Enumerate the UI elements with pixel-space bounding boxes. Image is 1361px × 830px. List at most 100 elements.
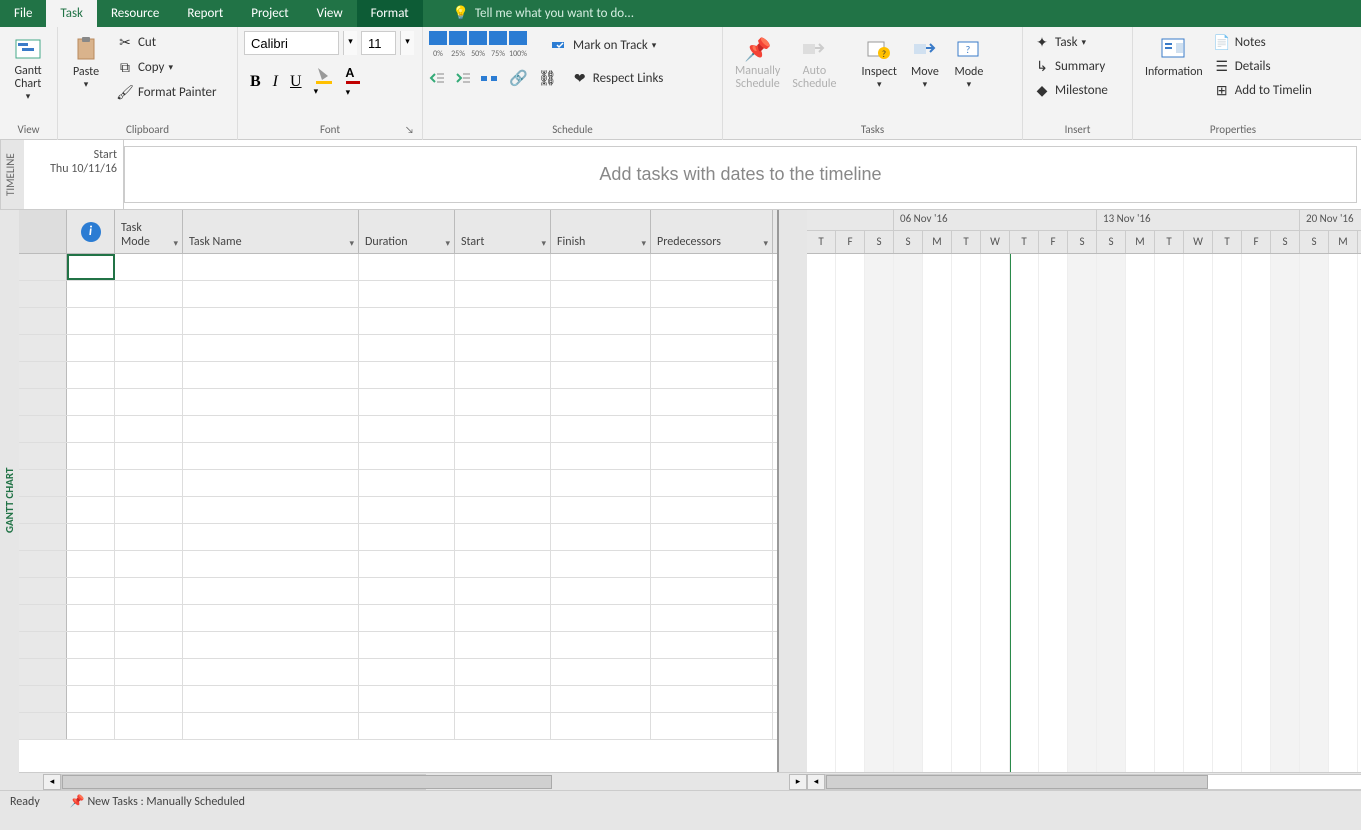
font-size-select[interactable] xyxy=(361,31,396,55)
table-row[interactable] xyxy=(19,389,777,416)
left-scrollbar[interactable]: ◂ ▸ xyxy=(19,772,807,790)
table-row[interactable] xyxy=(19,254,777,281)
manually-schedule-button[interactable]: 📌 Manually Schedule xyxy=(729,31,786,93)
font-name-dropdown[interactable]: ▾ xyxy=(343,31,357,55)
gantt-chart-button[interactable]: Gantt Chart ▾ xyxy=(6,31,50,104)
outdent-button[interactable] xyxy=(429,71,445,85)
format-painter-button[interactable]: 🖌 Format Painter xyxy=(112,81,221,103)
pushpin-icon: 📌 xyxy=(742,33,774,65)
mode-button[interactable]: ? Mode ▾ xyxy=(947,31,991,92)
table-row[interactable] xyxy=(19,659,777,686)
info-column-header[interactable]: i xyxy=(67,210,115,253)
inspect-button[interactable]: ? Inspect ▾ xyxy=(856,31,903,92)
font-size-dropdown[interactable]: ▾ xyxy=(400,31,414,55)
font-dialog-launcher[interactable]: ↘ xyxy=(405,123,414,136)
mode-icon: ? xyxy=(953,33,985,65)
font-name-select[interactable] xyxy=(244,31,339,55)
table-row[interactable] xyxy=(19,443,777,470)
predecessors-column[interactable]: Predecessors▾ xyxy=(651,210,773,253)
scissors-icon: ✂ xyxy=(116,33,134,51)
tab-resource[interactable]: Resource xyxy=(97,0,173,27)
information-button[interactable]: Information xyxy=(1139,31,1209,81)
indent-button[interactable] xyxy=(455,71,471,85)
tab-format[interactable]: Format xyxy=(357,0,423,27)
right-scrollbar[interactable]: ◂ ▸ xyxy=(807,772,1361,790)
timeline-placeholder: Add tasks with dates to the timeline xyxy=(599,164,881,185)
group-label-clipboard: Clipboard xyxy=(64,123,231,140)
table-row[interactable] xyxy=(19,497,777,524)
table-row[interactable] xyxy=(19,524,777,551)
gantt-chart-label: Gantt Chart xyxy=(14,65,41,91)
task-grid-body[interactable] xyxy=(19,254,777,772)
unlink-button[interactable]: ⛓ xyxy=(538,69,557,88)
respect-links-button[interactable]: ❤ Respect Links xyxy=(567,67,668,89)
table-row[interactable] xyxy=(19,632,777,659)
tab-file[interactable]: File xyxy=(0,0,46,27)
tell-me-search[interactable]: 💡 Tell me what you want to do... xyxy=(453,6,634,21)
day-header: T xyxy=(1010,231,1039,253)
status-ready: Ready xyxy=(10,795,40,809)
task-mode-column[interactable]: Task Mode▾ xyxy=(115,210,183,253)
group-label-tasks: Tasks xyxy=(729,123,1016,140)
day-header: M xyxy=(1126,231,1155,253)
split-task-icon[interactable] xyxy=(481,71,499,85)
group-label-properties: Properties xyxy=(1139,123,1327,140)
timeline-start-label: Start xyxy=(30,148,117,162)
gantt-chart-body[interactable] xyxy=(807,254,1361,772)
table-row[interactable] xyxy=(19,308,777,335)
table-row[interactable] xyxy=(19,713,777,740)
table-row[interactable] xyxy=(19,470,777,497)
gantt-scroll-left[interactable]: ◂ xyxy=(807,774,825,790)
table-row[interactable] xyxy=(19,416,777,443)
table-row[interactable] xyxy=(19,281,777,308)
tab-view[interactable]: View xyxy=(303,0,357,27)
insert-summary-button[interactable]: ↳ Summary xyxy=(1029,55,1109,77)
finish-column[interactable]: Finish▾ xyxy=(551,210,651,253)
mark-on-track-button[interactable]: Mark on Track ▾ xyxy=(547,34,660,56)
cut-button[interactable]: ✂ Cut xyxy=(112,31,221,53)
tab-task[interactable]: Task xyxy=(46,0,97,27)
group-label-view: View xyxy=(6,123,51,140)
status-new-tasks[interactable]: 📌 New Tasks : Manually Scheduled xyxy=(70,794,245,809)
timeline-icon: ⊞ xyxy=(1213,81,1231,99)
add-to-timeline-button[interactable]: ⊞ Add to Timelin xyxy=(1209,79,1316,101)
table-row[interactable] xyxy=(19,335,777,362)
auto-schedule-button[interactable]: Auto Schedule xyxy=(786,31,842,93)
paste-button[interactable]: Paste ▾ xyxy=(64,31,108,92)
day-header: S xyxy=(1097,231,1126,253)
day-header: S xyxy=(865,231,894,253)
table-row[interactable] xyxy=(19,578,777,605)
percent-complete-buttons[interactable]: 0% 25% 50% 75% 100% xyxy=(429,31,527,59)
timeline-panel: TIMELINE Start Thu 10/11/16 Add tasks wi… xyxy=(0,140,1361,210)
table-row[interactable] xyxy=(19,686,777,713)
insert-milestone-button[interactable]: ◆ Milestone xyxy=(1029,79,1112,101)
tab-report[interactable]: Report xyxy=(173,0,237,27)
scroll-right-button[interactable]: ▸ xyxy=(789,774,807,790)
move-icon xyxy=(909,33,941,65)
week-0: 06 Nov '16 xyxy=(894,210,1097,230)
table-row[interactable] xyxy=(19,605,777,632)
start-column[interactable]: Start▾ xyxy=(455,210,551,253)
italic-button[interactable]: I xyxy=(273,73,278,91)
duration-column[interactable]: Duration▾ xyxy=(359,210,455,253)
fill-color-button[interactable]: ▾ xyxy=(314,66,334,98)
notes-button[interactable]: 📄 Notes xyxy=(1209,31,1316,53)
table-row[interactable] xyxy=(19,362,777,389)
copy-button[interactable]: ⧉ Copy ▾ xyxy=(112,56,221,78)
paintbrush-icon: 🖌 xyxy=(116,83,134,101)
scroll-left-button[interactable]: ◂ xyxy=(43,774,61,790)
insert-task-button[interactable]: ✦ Task ▾ xyxy=(1029,31,1090,53)
task-name-column[interactable]: Task Name▾ xyxy=(183,210,359,253)
link-button[interactable]: 🔗 xyxy=(509,69,528,88)
timeline-body[interactable]: Add tasks with dates to the timeline xyxy=(124,146,1357,203)
bold-button[interactable]: B xyxy=(250,73,261,91)
table-row[interactable] xyxy=(19,551,777,578)
font-color-button[interactable]: A ▾ xyxy=(346,64,360,99)
tab-project[interactable]: Project xyxy=(237,0,302,27)
move-button[interactable]: Move ▾ xyxy=(903,31,947,92)
bulb-icon: 💡 xyxy=(453,6,469,21)
group-label-font: Font xyxy=(320,123,340,136)
details-button[interactable]: ☰ Details xyxy=(1209,55,1316,77)
task-sparkle-icon: ✦ xyxy=(1033,33,1051,51)
underline-button[interactable]: U xyxy=(290,73,302,91)
